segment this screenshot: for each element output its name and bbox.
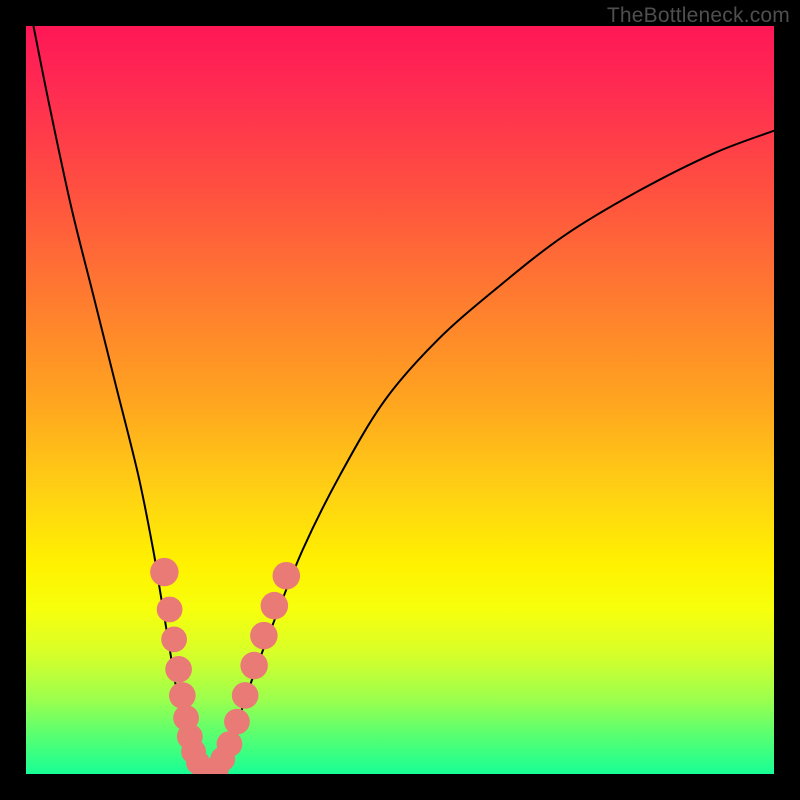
highlight-point <box>273 562 301 590</box>
highlight-point <box>224 709 250 735</box>
bottleneck-curve <box>33 26 774 774</box>
highlight-point <box>150 558 178 586</box>
highlight-point <box>217 731 243 757</box>
highlight-point <box>165 656 192 683</box>
highlight-point <box>250 622 278 650</box>
highlight-point <box>232 682 259 709</box>
highlight-point <box>240 652 268 680</box>
highlight-point <box>169 682 196 709</box>
highlight-point <box>161 626 187 652</box>
highlight-point <box>261 592 289 620</box>
chart-svg <box>26 26 774 774</box>
highlight-point <box>157 597 183 623</box>
watermark-text: TheBottleneck.com <box>607 4 790 28</box>
chart-frame: TheBottleneck.com <box>0 0 800 800</box>
highlight-markers <box>150 558 300 774</box>
plot-area <box>26 26 774 774</box>
